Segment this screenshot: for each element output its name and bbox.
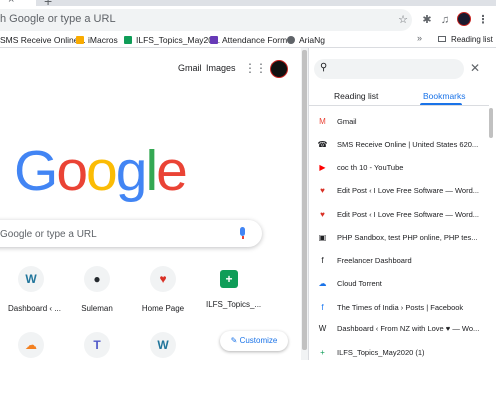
- shortcut-tile[interactable]: + ILFS_Topics_...: [206, 266, 262, 336]
- favicon-icon: f: [321, 256, 324, 265]
- reading-list-button[interactable]: Reading list: [432, 32, 494, 48]
- bookmark-item[interactable]: ♥ Edit Post ‹ I Love Free Software — Word…: [318, 207, 490, 223]
- close-panel-icon[interactable]: ✕: [470, 61, 480, 75]
- tab-reading-list[interactable]: Reading list: [334, 91, 378, 101]
- account-avatar[interactable]: [270, 60, 288, 78]
- shortcut-tile[interactable]: ♥ Home Page: [140, 266, 186, 336]
- github-icon: ●: [84, 266, 110, 292]
- favicon-icon: ♥: [320, 186, 325, 195]
- heart-icon: ♥: [150, 266, 176, 292]
- favicon-icon: ▣: [318, 233, 327, 242]
- scrollbar-thumb[interactable]: [302, 50, 307, 350]
- bookmark-item[interactable]: f The Times of India › Posts | Facebook: [318, 300, 490, 316]
- bookmark-item[interactable]: ☎ SMS Receive Online | United States 620.…: [318, 137, 490, 153]
- favicon-icon: f: [321, 303, 324, 312]
- logo-letter: G: [14, 139, 58, 203]
- shortcut-label: Home Page: [141, 304, 185, 313]
- sheets-icon: +: [220, 270, 238, 288]
- page-scrollbar[interactable]: [301, 48, 308, 360]
- logo-letter: g: [115, 139, 148, 203]
- shortcut-tile[interactable]: ● Suleman: [74, 266, 120, 336]
- omnibox-text[interactable]: h Google or type a URL: [0, 13, 116, 25]
- star-bookmark-icon[interactable]: ☆: [396, 13, 410, 27]
- shortcut-tile[interactable]: ☁: [8, 332, 54, 402]
- bookmark-item[interactable]: ▶ coc th 10 - YouTube: [318, 160, 490, 176]
- favicon-icon: W: [318, 324, 327, 333]
- reading-list-label: Reading list: [451, 35, 493, 44]
- bookmark-item-label: The Times of India › Posts | Facebook: [337, 303, 464, 312]
- wordpress-icon: W: [150, 332, 176, 358]
- teams-icon: T: [84, 332, 110, 358]
- shortcut-tile[interactable]: T: [74, 332, 120, 402]
- bookmark-item-label: Edit Post ‹ I Love Free Software — Word.…: [337, 210, 479, 219]
- extensions-icon[interactable]: ✱: [420, 13, 434, 27]
- forms-icon: [210, 36, 218, 44]
- bookmark-item[interactable]: M Gmail: [318, 114, 490, 130]
- panel-tab-divider: [309, 105, 489, 106]
- bookmark-sms-receive[interactable]: SMS Receive Online...: [0, 33, 86, 47]
- voice-search-mic-icon[interactable]: [240, 227, 245, 236]
- cloudflare-icon: ☁: [18, 332, 44, 358]
- bookmark-label: SMS Receive Online...: [0, 35, 86, 45]
- bookmark-item-label: coc th 10 - YouTube: [337, 163, 404, 172]
- tab-bookmarks[interactable]: Bookmarks: [423, 91, 466, 101]
- sheets-icon: [124, 36, 132, 44]
- shortcut-tile[interactable]: W: [140, 332, 186, 402]
- gmail-link[interactable]: Gmail: [178, 63, 202, 73]
- favicon-icon: M: [319, 117, 326, 126]
- favicon-icon: ☎: [318, 140, 328, 149]
- bookmark-item[interactable]: ♥ Edit Post ‹ I Love Free Software — Word…: [318, 183, 490, 199]
- bookmark-item[interactable]: + ILFS_Topics_May2020 (1): [318, 345, 490, 361]
- bookmark-item-label: ILFS_Topics_May2020 (1): [337, 348, 425, 357]
- bookmark-item[interactable]: ☁ Cloud Torrent: [318, 276, 490, 292]
- menu-kebab-icon[interactable]: ⋮: [476, 13, 490, 27]
- bookmark-label: AriaNg: [299, 35, 325, 45]
- bookmark-label: Attendance Form: [222, 35, 288, 45]
- search-placeholder[interactable]: Google or type a URL: [0, 229, 97, 240]
- favicon-icon: ♥: [320, 210, 325, 219]
- logo-letter: e: [156, 139, 188, 203]
- bookmark-item-label: PHP Sandbox, test PHP online, PHP tes...: [337, 233, 478, 242]
- bookmark-ariang[interactable]: AriaNg: [287, 33, 325, 47]
- bookmark-item-label: SMS Receive Online | United States 620..…: [337, 140, 479, 149]
- wordpress-icon: W: [18, 266, 44, 292]
- reading-list-icon: [438, 36, 446, 42]
- favicon-icon: ☁: [318, 279, 327, 288]
- customize-label: Customize: [239, 336, 278, 345]
- bookmark-item[interactable]: f Freelancer Dashboard: [318, 253, 490, 269]
- shortcut-label: ILFS_Topics_...: [206, 300, 262, 309]
- mic-stand: [242, 236, 244, 239]
- bookmark-item[interactable]: ▣ PHP Sandbox, test PHP online, PHP tes..…: [318, 230, 490, 246]
- logo-letter: o: [56, 139, 88, 203]
- bookmark-item-label: Freelancer Dashboard: [337, 256, 412, 265]
- logo-letter: l: [145, 139, 158, 203]
- bookmark-item-label: Cloud Torrent: [337, 279, 382, 288]
- bookmark-item-label: Gmail: [337, 117, 357, 126]
- bookmark-item-label: Edit Post ‹ I Love Free Software — Word.…: [337, 186, 479, 195]
- bookmark-ilfs[interactable]: ILFS_Topics_May20...: [124, 33, 220, 47]
- google-logo: Google: [14, 138, 188, 204]
- bookmark-label: iMacros: [88, 35, 118, 45]
- bookmark-label: ILFS_Topics_May20...: [136, 35, 221, 45]
- search-icon: ⚲: [320, 62, 328, 73]
- shortcut-tile[interactable]: W Dashboard ‹ ...: [8, 266, 61, 336]
- folder-icon: [76, 36, 84, 44]
- media-control-icon[interactable]: ♫: [438, 13, 452, 27]
- ariang-icon: [287, 36, 295, 44]
- images-link[interactable]: Images: [206, 63, 236, 73]
- more-bookmarks-chevron-icon[interactable]: »: [417, 33, 422, 43]
- bookmark-item-label: Dashboard ‹ From NZ with Love ♥ — Wo...: [337, 324, 480, 333]
- bookmark-item[interactable]: W Dashboard ‹ From NZ with Love ♥ — Wo...: [318, 321, 490, 337]
- pencil-icon: ✎: [230, 336, 240, 345]
- customize-button[interactable]: ✎ Customize: [220, 331, 288, 351]
- profile-avatar[interactable]: [457, 12, 471, 26]
- bookmark-imacros[interactable]: iMacros: [76, 33, 118, 47]
- bookmark-attendance-form[interactable]: Attendance Form: [210, 33, 287, 47]
- favicon-icon: +: [320, 348, 325, 357]
- logo-letter: o: [86, 139, 118, 203]
- favicon-icon: ▶: [319, 163, 326, 172]
- shortcut-label: Suleman: [81, 304, 113, 313]
- shortcut-label: Dashboard ‹ ...: [8, 304, 61, 313]
- panel-search-input[interactable]: [314, 59, 464, 79]
